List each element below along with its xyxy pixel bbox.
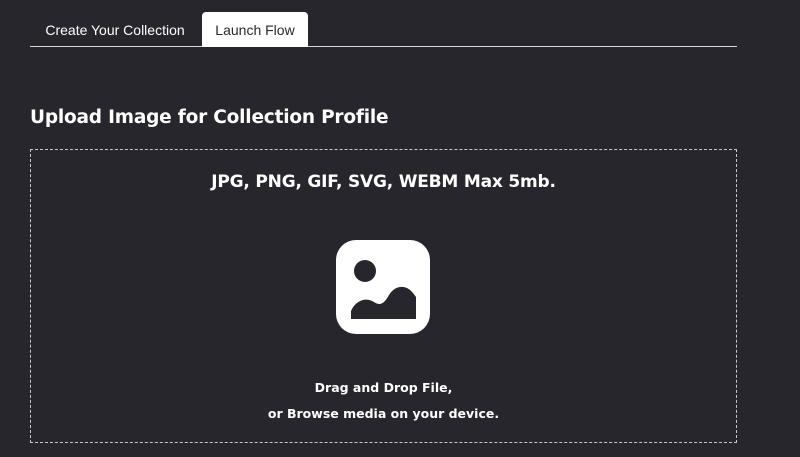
tab-bar: Create Your Collection Launch Flow [30, 12, 737, 47]
section-title: Upload Image for Collection Profile [30, 107, 389, 128]
tab-launch-flow[interactable]: Launch Flow [202, 12, 308, 47]
upload-dropzone[interactable]: JPG, PNG, GIF, SVG, WEBM Max 5mb. Drag a… [30, 149, 737, 443]
supported-formats-text: JPG, PNG, GIF, SVG, WEBM Max 5mb. [211, 172, 556, 192]
image-icon [336, 240, 430, 334]
browse-media-text: or Browse media on your device. [267, 406, 500, 421]
tab-create-collection[interactable]: Create Your Collection [30, 12, 200, 46]
drag-drop-text: Drag and Drop File, [314, 380, 453, 395]
